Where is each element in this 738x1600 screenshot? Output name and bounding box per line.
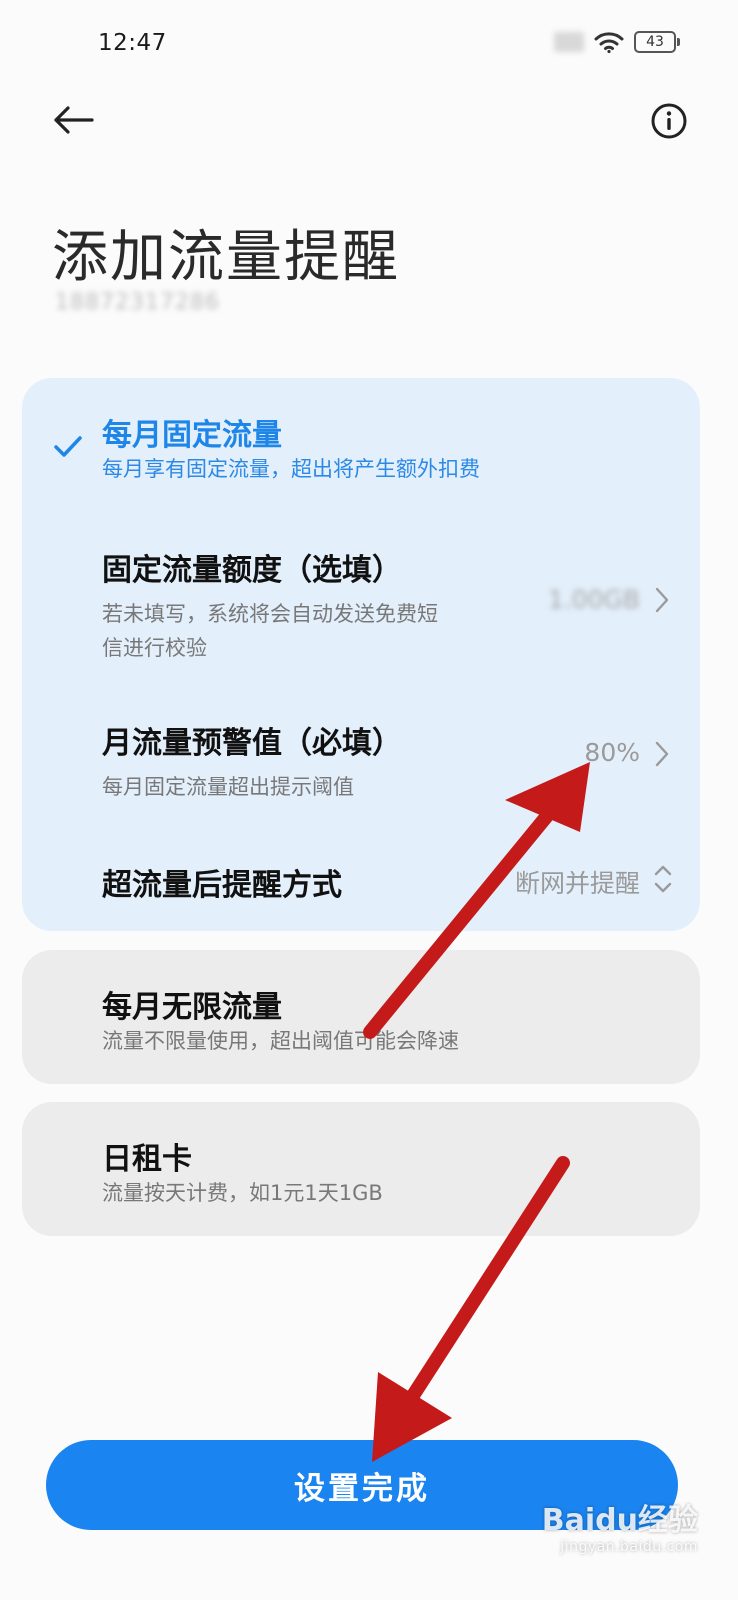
chevron-right-icon (655, 741, 669, 767)
check-icon (54, 436, 82, 457)
chevron-right-icon (655, 587, 669, 613)
over-limit-action-title: 超流量后提醒方式 (102, 868, 342, 903)
signal-icon (554, 32, 584, 52)
fixed-quota-subtitle-line2: 信进行校验 (102, 636, 207, 660)
status-icons: 43 (554, 31, 680, 53)
fixed-quota-title: 固定流量额度（选填） (102, 553, 402, 588)
back-button[interactable] (48, 98, 98, 142)
option-title-daily: 日租卡 (102, 1142, 192, 1177)
chevron-up-down-icon (654, 865, 672, 893)
option-subtitle-daily: 流量按天计费，如1元1天1GB (102, 1181, 383, 1205)
phone-number: 18872317286 (55, 290, 220, 315)
info-button[interactable] (650, 102, 688, 140)
info-icon (651, 103, 687, 139)
warning-threshold-subtitle: 每月固定流量超出提示阈值 (102, 775, 354, 799)
watermark: Baidu经验 jingyan.baidu.com (542, 1495, 698, 1555)
battery-indicator: 43 (634, 31, 680, 53)
wifi-icon (594, 32, 624, 53)
status-time: 12:47 (98, 30, 167, 56)
option-subtitle-monthly-unlimited: 流量不限量使用，超出阈值可能会降速 (102, 1029, 459, 1053)
option-title-monthly-fixed: 每月固定流量 (102, 418, 282, 453)
watermark-url: jingyan.baidu.com (560, 1539, 698, 1555)
page-title: 添加流量提醒 (52, 225, 400, 290)
option-subtitle-monthly-fixed: 每月享有固定流量，超出将产生额外扣费 (102, 457, 480, 481)
fixed-quota-value: 1.00GB (547, 585, 640, 614)
option-title-monthly-unlimited: 每月无限流量 (102, 990, 282, 1025)
watermark-brand: Baidu经验 (541, 1503, 698, 1538)
warning-threshold-value[interactable]: 80% (540, 738, 640, 767)
over-limit-action-select[interactable]: 断网并提醒 (480, 864, 640, 900)
arrow-left-icon (54, 106, 94, 134)
